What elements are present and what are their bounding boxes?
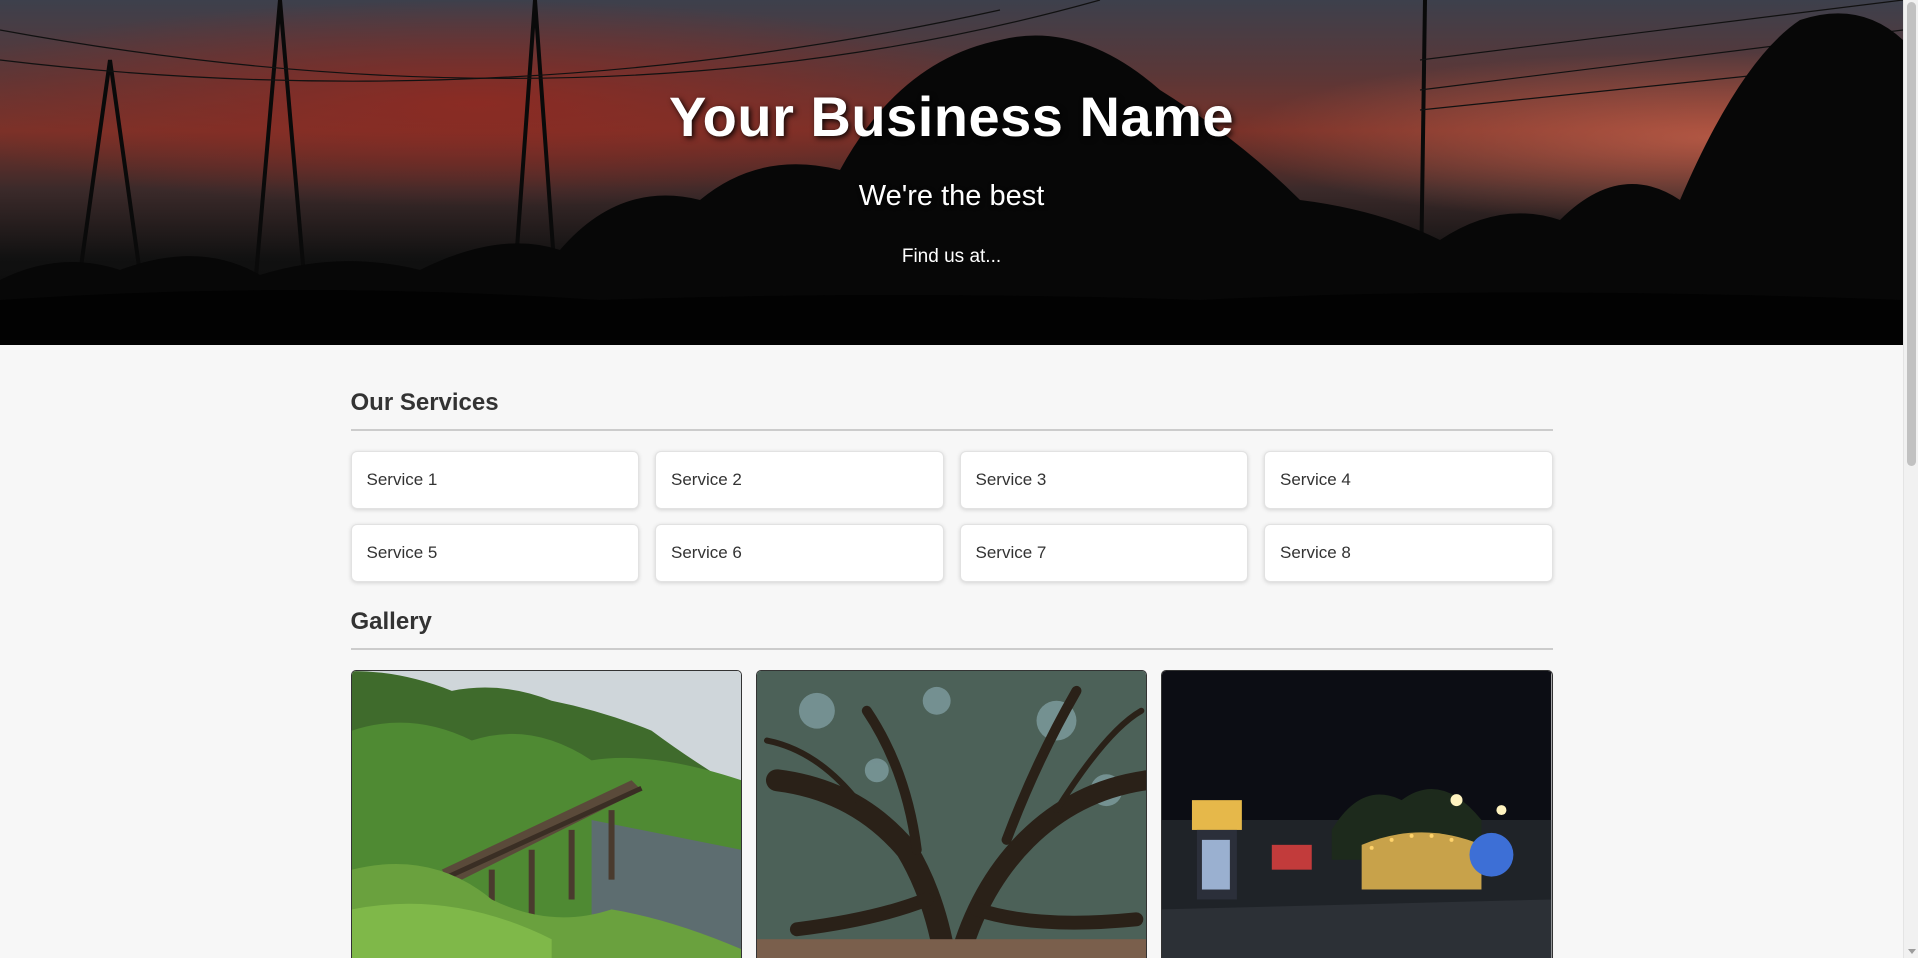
scrollbar-thumb[interactable] bbox=[1907, 2, 1916, 466]
hero-content: Your Business Name We're the best Find u… bbox=[0, 0, 1903, 268]
service-card[interactable]: Service 2 bbox=[655, 451, 944, 509]
hero-banner: Your Business Name We're the best Find u… bbox=[0, 0, 1903, 345]
service-card[interactable]: Service 3 bbox=[959, 451, 1248, 509]
service-card[interactable]: Service 5 bbox=[350, 524, 639, 582]
hero-tagline: We're the best bbox=[858, 180, 1045, 212]
gallery-grid bbox=[350, 670, 1553, 958]
gallery-image-night-carnival[interactable] bbox=[1161, 670, 1553, 958]
service-card[interactable]: Service 4 bbox=[1264, 451, 1553, 509]
business-name-title: Your Business Name bbox=[668, 85, 1235, 148]
main-content: Our Services Service 1 Service 2 Service… bbox=[350, 345, 1553, 958]
page: Your Business Name We're the best Find u… bbox=[0, 0, 1903, 958]
service-card[interactable]: Service 1 bbox=[350, 451, 639, 509]
find-us-link[interactable]: Find us at... bbox=[902, 246, 1001, 268]
gallery-image-rail-bridge[interactable] bbox=[350, 670, 742, 958]
services-heading: Our Services bbox=[350, 389, 1553, 431]
gallery-image-oak-tree[interactable] bbox=[755, 670, 1148, 958]
service-card[interactable]: Service 6 bbox=[655, 524, 944, 582]
service-card[interactable]: Service 7 bbox=[959, 524, 1248, 582]
vertical-scrollbar[interactable] bbox=[1903, 0, 1918, 958]
services-grid: Service 1 Service 2 Service 3 Service 4 … bbox=[350, 451, 1553, 582]
gallery-heading: Gallery bbox=[350, 608, 1553, 650]
scroll-down-arrow-icon[interactable] bbox=[1908, 949, 1916, 954]
service-card[interactable]: Service 8 bbox=[1264, 524, 1553, 582]
